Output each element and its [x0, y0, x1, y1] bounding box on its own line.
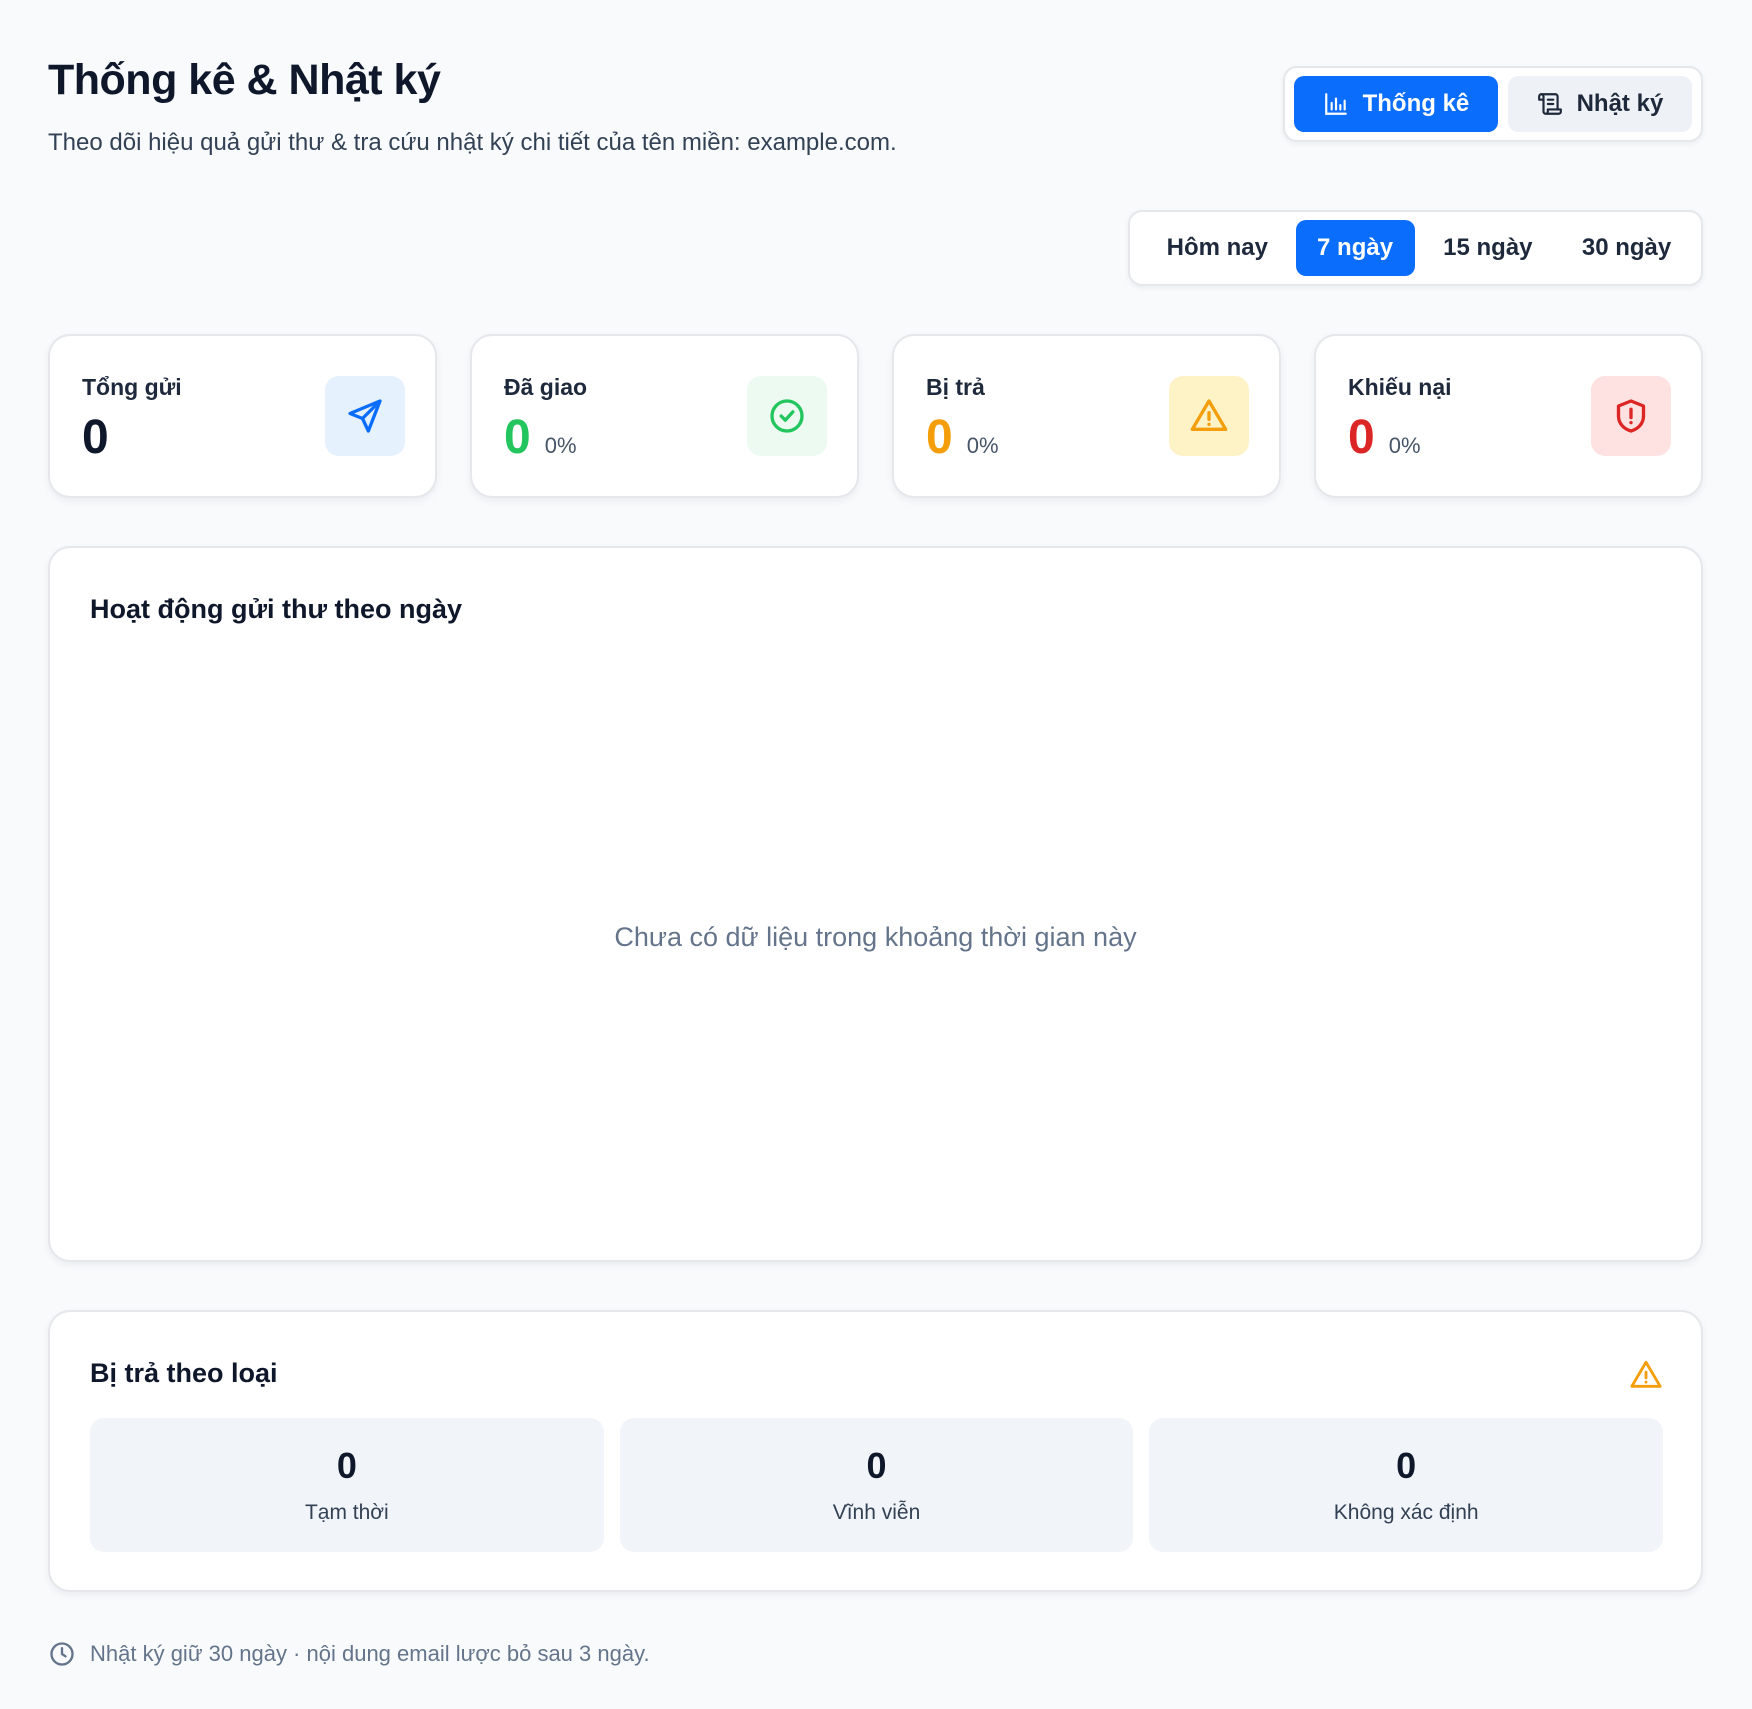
retention-note-text: Nhật ký giữ 30 ngày · nội dung email lượ… [90, 1641, 650, 1666]
bounce-value: 0 [1396, 1445, 1417, 1486]
page-header: Thống kê & Nhật ký Theo dõi hiệu quả gửi… [48, 56, 897, 157]
stat-percent: 0% [544, 433, 577, 458]
shield-alert-icon [1591, 376, 1671, 456]
range-30-days[interactable]: 30 ngày [1561, 220, 1692, 276]
tab-statistics[interactable]: Thống kê [1294, 76, 1498, 132]
view-switch: Thống kê Nhật ký [1283, 66, 1703, 142]
stat-card-complaints: Khiếu nại 0 0% [1314, 334, 1703, 498]
bounce-label: Không xác định [1333, 1501, 1479, 1524]
bounce-label: Tạm thời [304, 1501, 389, 1524]
stat-label: Bị trả [926, 374, 985, 400]
check-circle-icon [747, 376, 827, 456]
clock-icon [50, 1642, 74, 1666]
stat-label: Khiếu nại [1348, 374, 1452, 400]
bounce-value: 0 [866, 1445, 887, 1486]
bounce-tile-temporary: 0 Tạm thời [90, 1418, 604, 1552]
stat-value: 0 [926, 411, 953, 464]
range-15-days[interactable]: 15 ngày [1415, 220, 1562, 276]
stat-percent: 0% [1388, 433, 1421, 458]
stat-card-bounced: Bị trả 0 0% [892, 334, 1281, 498]
send-icon [325, 376, 405, 456]
stats-row: Tổng gửi 0 Đã giao 0 0% Bị trả 0 0% Khiế… [48, 334, 1703, 498]
bounce-tile-permanent: 0 Vĩnh viễn [619, 1418, 1134, 1552]
page-title: Thống kê & Nhật ký [48, 56, 441, 104]
retention-note: Nhật ký giữ 30 ngày · nội dung email lượ… [48, 1640, 650, 1668]
bar-chart-icon [1324, 93, 1347, 115]
bounce-types-card: Bị trả theo loại 0 Tạm thời 0 Vĩnh viễn … [48, 1310, 1703, 1592]
date-range-switch: Hôm nay 7 ngày 15 ngày 30 ngày [1128, 210, 1703, 286]
tab-logs[interactable]: Nhật ký [1507, 76, 1692, 132]
tab-logs-label: Nhật ký [1576, 90, 1664, 117]
range-today[interactable]: Hôm nay [1139, 220, 1296, 276]
range-7-days[interactable]: 7 ngày [1295, 220, 1415, 276]
activity-chart-card: Hoạt động gửi thư theo ngày Chưa có dữ l… [48, 546, 1703, 1262]
stat-value: 0 [504, 411, 531, 464]
bounce-value: 0 [336, 1445, 357, 1486]
warning-icon [1630, 1360, 1662, 1388]
stat-card-delivered: Đã giao 0 0% [470, 334, 859, 498]
stat-label: Đã giao [504, 374, 588, 400]
warning-icon [1169, 376, 1249, 456]
stat-percent: 0% [966, 433, 999, 458]
tab-statistics-label: Thống kê [1362, 90, 1470, 117]
page-subtitle: Theo dõi hiệu quả gửi thư & tra cứu nhật… [48, 129, 897, 156]
bounce-types-title: Bị trả theo loại [90, 1358, 278, 1388]
stat-label: Tổng gửi [82, 374, 182, 400]
empty-state-message: Chưa có dữ liệu trong khoảng thời gian n… [614, 922, 1137, 952]
stat-value: 0 [1348, 411, 1375, 464]
scroll-icon [1537, 93, 1562, 115]
activity-chart-title: Hoạt động gửi thư theo ngày [90, 594, 463, 624]
bounce-tile-undetermined: 0 Không xác định [1149, 1418, 1664, 1552]
stat-card-total: Tổng gửi 0 [48, 334, 437, 498]
stat-value: 0 [82, 411, 109, 464]
bounce-label: Vĩnh viễn [832, 1501, 921, 1524]
